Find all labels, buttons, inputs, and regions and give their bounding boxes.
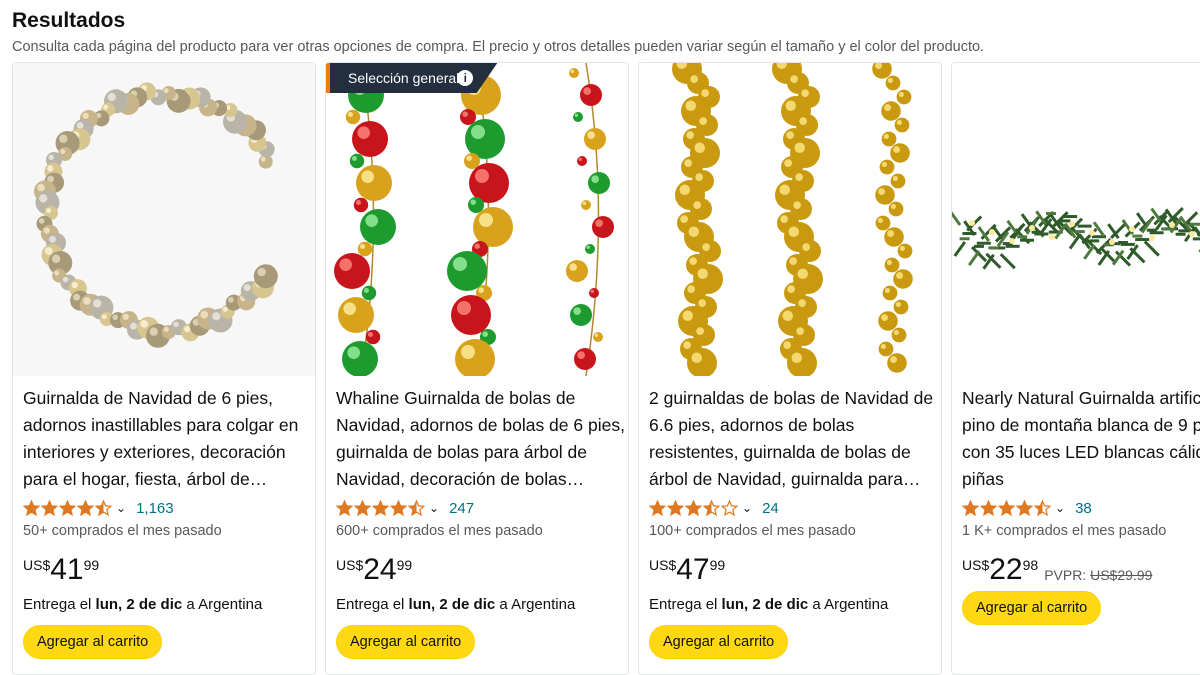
price-currency: US$ (23, 557, 51, 573)
price-whole: 22 (989, 553, 1023, 586)
product-image[interactable] (326, 63, 628, 376)
star-icon (721, 500, 738, 516)
delivery-info: Entrega el lun, 2 de dic a Argentina (649, 595, 939, 615)
list-price: PVPR: US$29.99 (1044, 567, 1152, 583)
delivery-date: lun, 2 de dic (408, 596, 496, 613)
product-title[interactable]: Whaline Guirnalda de bolas de Navidad, a… (336, 385, 626, 493)
delivery-date: lun, 2 de dic (95, 596, 183, 613)
star-icon (408, 500, 425, 516)
red-green-gold-ball-garland-image (326, 63, 628, 376)
review-count[interactable]: 24 (762, 500, 779, 517)
star-icon (354, 500, 371, 516)
star-icon (23, 500, 40, 516)
bought-count: 600+ comprados el mes pasado (336, 523, 543, 539)
price-currency: US$ (336, 557, 364, 573)
badge-label: Selección general (348, 70, 460, 86)
gold-ball-wreath-image (13, 63, 315, 376)
info-icon[interactable]: i (457, 70, 474, 86)
delivery-prefix: Entrega el (336, 596, 409, 613)
star-icon (649, 500, 666, 516)
product-card[interactable]: Nearly Natural Guirnalda artificial de p… (951, 62, 1200, 675)
product-card[interactable]: Guirnalda de Navidad de 6 pies, adornos … (12, 62, 316, 675)
price-whole: 24 (363, 553, 397, 586)
price[interactable]: US$ 41 99 (23, 553, 313, 589)
add-to-cart-button[interactable]: Agregar al carrito (962, 591, 1102, 625)
delivery-info: Entrega el lun, 2 de dic a Argentina (23, 595, 313, 615)
star-icon (77, 500, 94, 516)
price[interactable]: US$ 22 98 PVPR: US$29.99 (962, 553, 1200, 589)
price-currency: US$ (649, 557, 677, 573)
star-icon (41, 500, 58, 516)
price[interactable]: US$ 47 99 (649, 553, 939, 589)
review-count[interactable]: 247 (449, 500, 474, 517)
star-icon (1016, 500, 1033, 516)
rating-row: ⌄ 24 (649, 497, 939, 519)
add-to-cart-button[interactable]: Agregar al carrito (23, 625, 163, 659)
results-title: Resultados (12, 9, 126, 32)
delivery-date: lun, 2 de dic (721, 596, 809, 613)
add-to-cart-button[interactable]: Agregar al carrito (336, 625, 476, 659)
product-title[interactable]: Nearly Natural Guirnalda artificial de p… (962, 385, 1200, 493)
best-seller-badge: Selección general i (326, 63, 498, 93)
star-icon (336, 500, 353, 516)
star-icon (667, 500, 684, 516)
star-rating[interactable] (336, 500, 426, 516)
review-count[interactable]: 1,163 (136, 500, 174, 517)
product-title[interactable]: Guirnalda de Navidad de 6 pies, adornos … (23, 385, 313, 493)
star-icon (59, 500, 76, 516)
delivery-prefix: Entrega el (649, 596, 722, 613)
product-image[interactable] (13, 63, 315, 376)
gold-ball-garland-strands-image (639, 63, 941, 376)
results-header: Resultados Consulta cada página del prod… (12, 6, 1192, 56)
product-card[interactable]: 2 guirnaldas de bolas de Navidad de 6.6 … (638, 62, 942, 675)
bought-count: 100+ comprados el mes pasado (649, 523, 856, 539)
list-price-label: PVPR: (1044, 567, 1091, 583)
price-whole: 41 (50, 553, 84, 586)
review-count[interactable]: 38 (1075, 500, 1092, 517)
rating-row: ⌄ 247 (336, 497, 626, 519)
delivery-info: Entrega el lun, 2 de dic a Argentina (336, 595, 626, 615)
price-fraction: 99 (83, 557, 100, 573)
star-icon (998, 500, 1015, 516)
product-title[interactable]: 2 guirnaldas de bolas de Navidad de 6.6 … (649, 385, 939, 493)
chevron-down-icon[interactable]: ⌄ (742, 501, 752, 515)
results-grid: Guirnalda de Navidad de 6 pies, adornos … (12, 62, 1200, 675)
product-image[interactable] (639, 63, 941, 376)
star-rating[interactable] (649, 500, 739, 516)
product-image[interactable] (952, 63, 1200, 376)
star-icon (980, 500, 997, 516)
rating-row: ⌄ 38 (962, 497, 1200, 519)
bought-count: 1 K+ comprados el mes pasado (962, 523, 1167, 539)
price-fraction: 99 (396, 557, 413, 573)
star-rating[interactable] (962, 500, 1052, 516)
chevron-down-icon[interactable]: ⌄ (1055, 501, 1065, 515)
star-icon (685, 500, 702, 516)
delivery-prefix: Entrega el (23, 596, 96, 613)
add-to-cart-button[interactable]: Agregar al carrito (649, 625, 789, 659)
chevron-down-icon[interactable]: ⌄ (429, 501, 439, 515)
price-whole: 47 (676, 553, 710, 586)
delivery-suffix: a Argentina (808, 596, 889, 613)
star-icon (372, 500, 389, 516)
price-fraction: 99 (709, 557, 726, 573)
star-rating[interactable] (23, 500, 113, 516)
star-icon (962, 500, 979, 516)
star-icon (390, 500, 407, 516)
rating-row: ⌄ 1,163 (23, 497, 313, 519)
delivery-suffix: a Argentina (182, 596, 263, 613)
results-subtitle: Consulta cada página del producto para v… (12, 39, 985, 55)
pine-garland-image (952, 63, 1200, 376)
price-fraction: 98 (1022, 557, 1039, 573)
chevron-down-icon[interactable]: ⌄ (116, 501, 126, 515)
product-card[interactable]: Selección general i Whaline Guirnalda de… (325, 62, 629, 675)
delivery-suffix: a Argentina (495, 596, 576, 613)
list-price-value: US$29.99 (1090, 567, 1153, 583)
star-icon (703, 500, 720, 516)
star-icon (1034, 500, 1051, 516)
price-currency: US$ (962, 557, 990, 573)
price[interactable]: US$ 24 99 (336, 553, 626, 589)
star-icon (95, 500, 112, 516)
bought-count: 50+ comprados el mes pasado (23, 523, 222, 539)
